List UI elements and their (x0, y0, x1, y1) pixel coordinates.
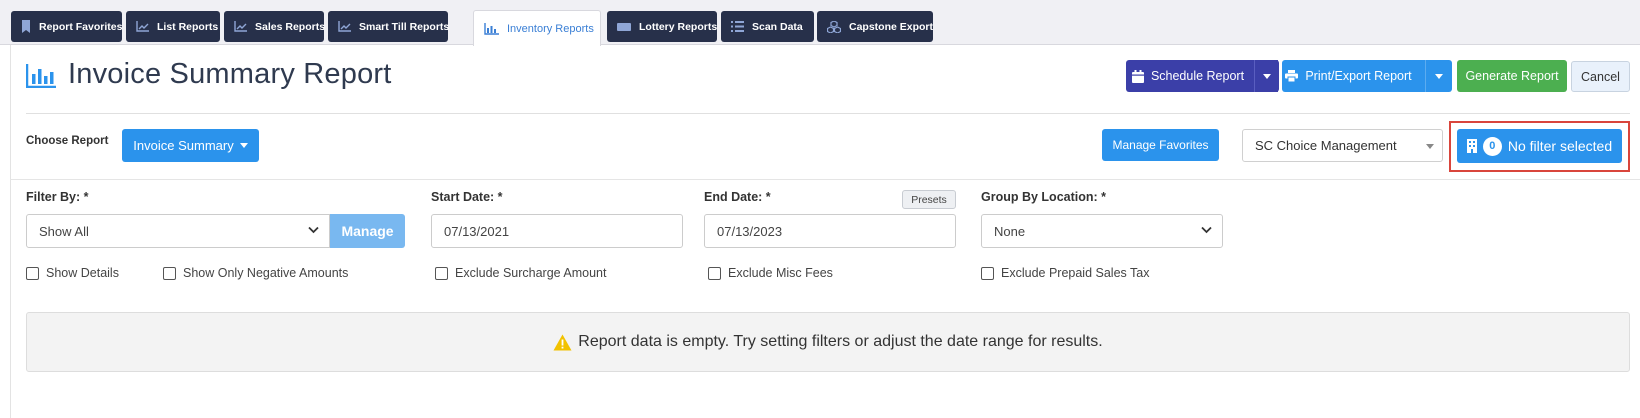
inventory-chart-icon (484, 22, 499, 35)
empty-report-message: Report data is empty. Try setting filter… (26, 312, 1630, 372)
line-chart-icon (338, 21, 351, 32)
calendar-icon (1131, 69, 1144, 83)
exclude-misc-fees-checkbox[interactable]: Exclude Misc Fees (708, 266, 833, 280)
tab-list-reports[interactable]: List Reports (126, 11, 220, 42)
tab-label: Smart Till Reports (359, 20, 450, 33)
tab-smart-till-reports[interactable]: Smart Till Reports (328, 11, 450, 42)
schedule-report-dropdown-toggle[interactable] (1254, 60, 1279, 92)
group-by-location-select[interactable]: None (981, 214, 1223, 248)
bar-chart-icon (26, 64, 56, 88)
tab-report-favorites[interactable]: Report Favorites (11, 11, 122, 42)
exclude-surcharge-label: Exclude Surcharge Amount (455, 266, 607, 280)
company-select-value: SC Choice Management (1255, 138, 1397, 153)
list-icon (731, 21, 744, 32)
tab-sales-reports[interactable]: Sales Reports (224, 11, 326, 42)
chevron-down-icon (1201, 226, 1212, 234)
tab-capstone-export[interactable]: Capstone Export (817, 11, 933, 42)
checkbox-box[interactable] (163, 266, 176, 280)
bookmark-icon (22, 20, 30, 33)
chevron-down-icon (308, 226, 319, 234)
location-filter-button[interactable]: 0 No filter selected (1457, 129, 1622, 163)
checkbox-box[interactable] (981, 266, 994, 280)
print-export-dropdown-toggle[interactable] (1425, 60, 1452, 92)
exclude-misc-fees-label: Exclude Misc Fees (728, 266, 833, 280)
caret-down-icon (239, 143, 248, 148)
end-date-label: End Date: * (704, 190, 771, 204)
report-tab-bar: Report Favorites List Reports Sales Repo… (0, 0, 1640, 46)
print-export-label: Print/Export Report (1305, 69, 1412, 83)
schedule-report-label: Schedule Report (1150, 69, 1245, 83)
show-details-label: Show Details (46, 266, 119, 280)
cancel-button[interactable]: Cancel (1571, 61, 1630, 92)
tab-label: Scan Data (752, 20, 803, 33)
checkbox-box[interactable] (26, 266, 39, 280)
page-title: Invoice Summary Report (68, 58, 392, 90)
tab-label: Lottery Reports (639, 20, 718, 33)
exclude-surcharge-checkbox[interactable]: Exclude Surcharge Amount (435, 266, 606, 280)
group-by-location-value: None (994, 223, 1026, 239)
tab-label: Capstone Export (849, 20, 934, 33)
divider (10, 179, 1640, 180)
printer-icon (1285, 70, 1299, 82)
empty-report-text: Report data is empty. Try setting filter… (578, 333, 1103, 350)
start-date-input[interactable]: 07/13/2021 (431, 214, 683, 248)
divider (26, 113, 1630, 114)
show-only-negative-label: Show Only Negative Amounts (183, 266, 349, 280)
line-chart-icon (234, 21, 247, 32)
date-presets-button[interactable]: Presets (902, 190, 956, 209)
caret-down-icon (1426, 144, 1434, 149)
show-only-negative-checkbox[interactable]: Show Only Negative Amounts (163, 266, 348, 280)
choose-report-value: Invoice Summary (133, 138, 234, 153)
tab-label: Report Favorites (39, 20, 123, 33)
start-date-label: Start Date: * (431, 190, 503, 204)
choose-report-label: Choose Report (26, 135, 109, 147)
exclude-prepaid-tax-checkbox[interactable]: Exclude Prepaid Sales Tax (981, 266, 1149, 280)
tab-label: Sales Reports (255, 20, 326, 33)
warning-icon (553, 334, 572, 350)
building-icon (1466, 139, 1477, 153)
ticket-icon (617, 22, 631, 31)
checkbox-box[interactable] (435, 266, 448, 280)
tab-scan-data[interactable]: Scan Data (721, 11, 814, 42)
tab-label: List Reports (157, 20, 219, 33)
caret-down-icon (1435, 73, 1443, 79)
line-chart-icon (136, 21, 149, 32)
filter-count-badge: 0 (1482, 136, 1502, 156)
filter-by-label: Filter By: * (26, 190, 89, 204)
start-date-value: 07/13/2021 (444, 223, 510, 239)
manage-favorites-button[interactable]: Manage Favorites (1102, 129, 1219, 161)
filter-by-select[interactable]: Show All (26, 214, 330, 248)
choose-report-dropdown[interactable]: Invoice Summary (122, 129, 259, 162)
end-date-value: 07/13/2023 (717, 223, 783, 239)
tab-inventory-reports[interactable]: Inventory Reports (473, 10, 601, 46)
tab-lottery-reports[interactable]: Lottery Reports (607, 11, 717, 42)
manage-filter-button[interactable]: Manage (330, 214, 405, 248)
cubes-icon (827, 20, 841, 33)
caret-down-icon (1263, 73, 1271, 79)
print-export-button[interactable]: Print/Export Report (1282, 60, 1437, 92)
checkbox-box[interactable] (708, 266, 721, 280)
tab-label: Inventory Reports (507, 22, 594, 35)
filter-status-label: No filter selected (1507, 138, 1613, 154)
filter-by-value: Show All (39, 223, 89, 239)
generate-report-button[interactable]: Generate Report (1457, 60, 1567, 92)
company-select[interactable]: SC Choice Management (1242, 129, 1443, 162)
exclude-prepaid-tax-label: Exclude Prepaid Sales Tax (1001, 266, 1150, 280)
show-details-checkbox[interactable]: Show Details (26, 266, 119, 280)
group-by-location-label: Group By Location: * (981, 190, 1106, 204)
end-date-input[interactable]: 07/13/2023 (704, 214, 956, 248)
